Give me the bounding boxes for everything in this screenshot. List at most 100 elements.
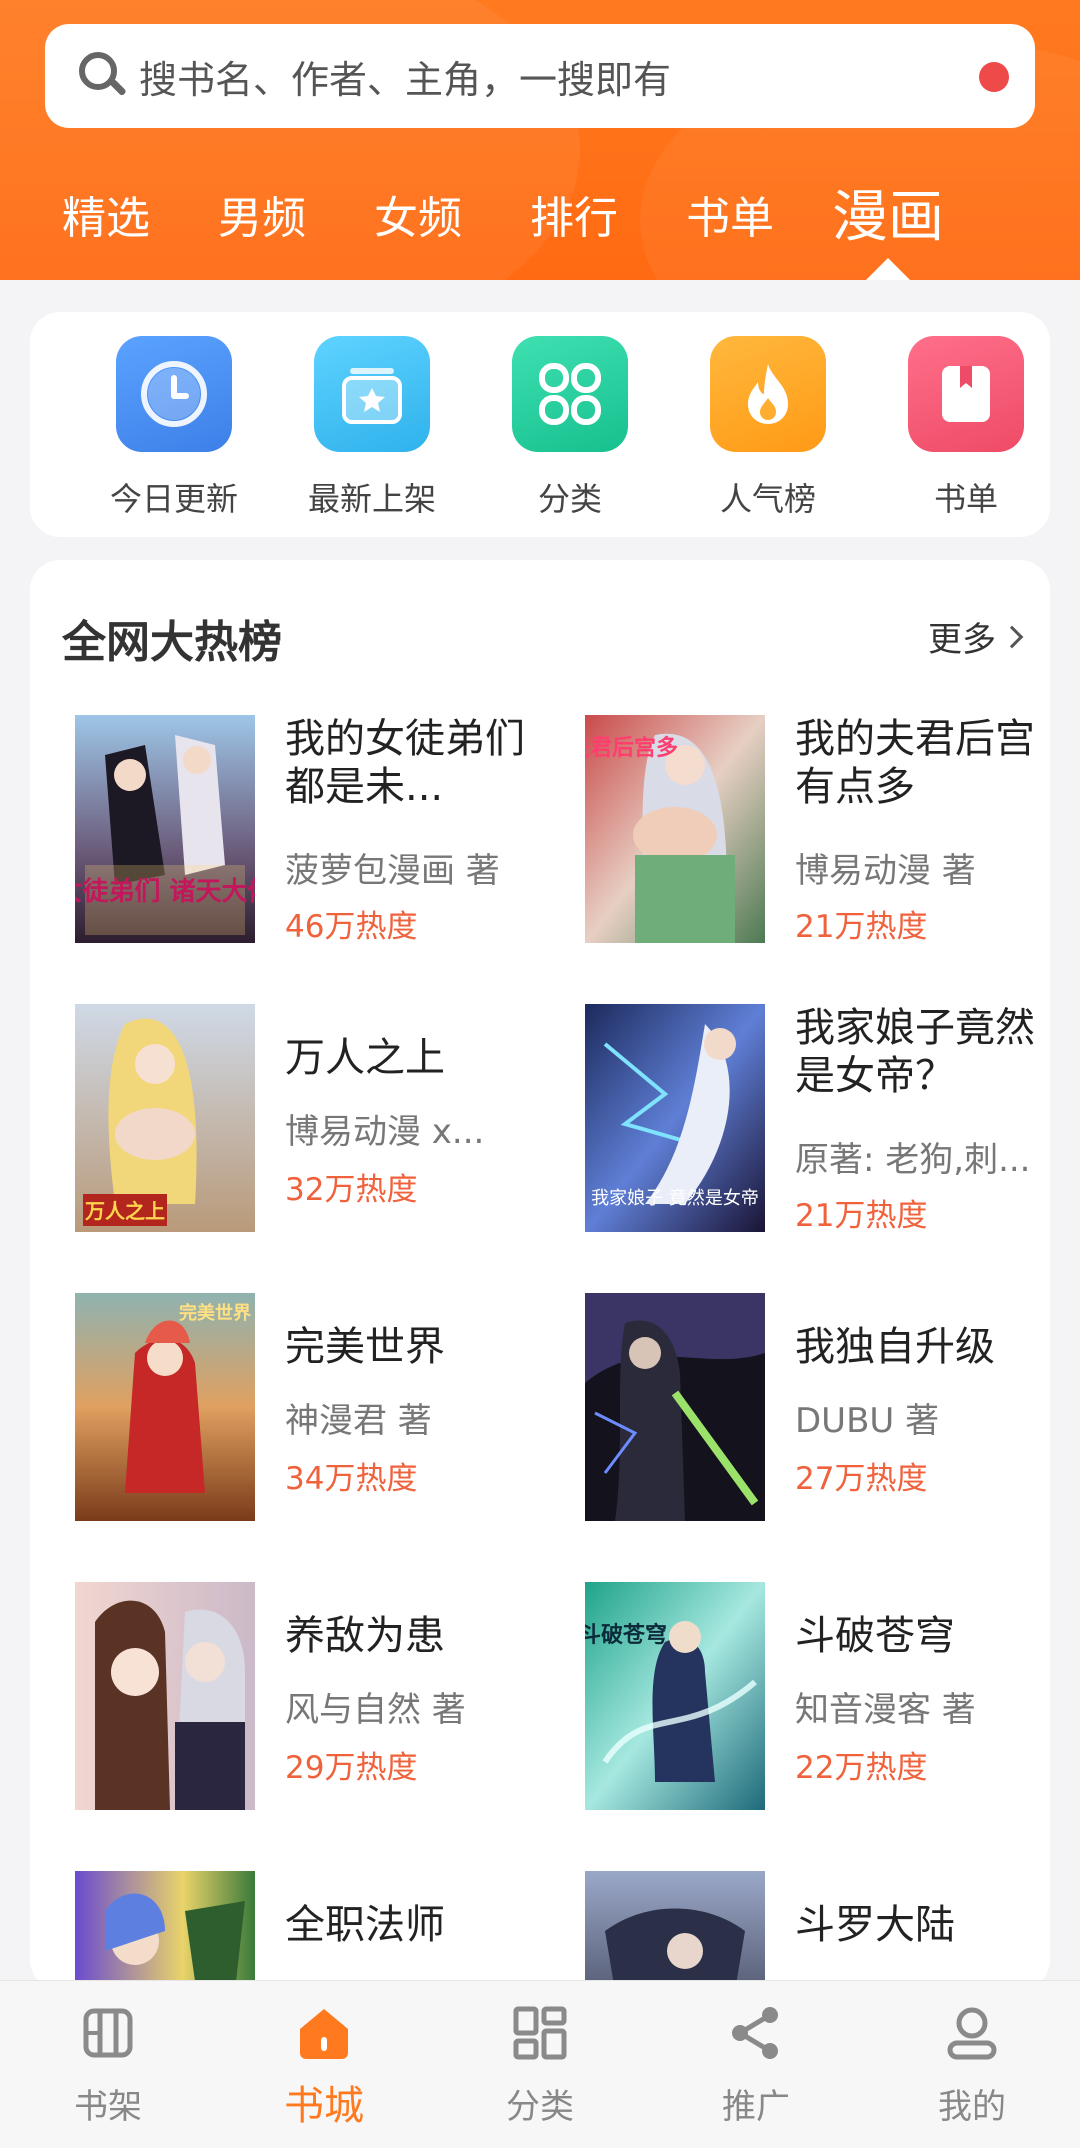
- nav-category[interactable]: 分类: [465, 2003, 615, 2128]
- book-title: 我的夫君后宫有点多: [795, 716, 1035, 810]
- book-title: 养敌为患: [285, 1613, 445, 1659]
- tab-comics[interactable]: 漫画: [832, 172, 944, 253]
- book-heat: 21万热度: [795, 1198, 928, 1234]
- quick-item-label: 今日更新: [109, 480, 238, 518]
- book-heat: 46万热度: [285, 909, 418, 945]
- header: 搜书名、作者、主角，一搜即有 精选 男频 女频 排行 书单 漫画: [0, 0, 1080, 280]
- book-item[interactable]: 女徒弟们 诸天大佬 我的女徒弟们都是未... 菠萝包漫画 著 46万热度: [75, 715, 555, 945]
- book-cover[interactable]: 万人之上: [75, 1004, 255, 1232]
- book-title: 全职法师: [285, 1902, 445, 1948]
- book-cover[interactable]: 女徒弟们 诸天大佬: [75, 715, 255, 943]
- book-item[interactable]: 夫君后宫多 我的夫君后宫有点多 博易动漫 著 21万热度: [585, 715, 1050, 945]
- book-item[interactable]: 养敌为患 风与自然 著 29万热度: [75, 1582, 555, 1812]
- quick-menu: 今日更新 最新上架 分类 人气榜 书单: [30, 312, 1050, 537]
- quick-item-popular[interactable]: 人气榜: [683, 336, 853, 520]
- nav-label: 分类: [506, 2087, 574, 2127]
- quick-item-booklist[interactable]: 书单: [881, 336, 1051, 520]
- book-cover[interactable]: [585, 1293, 765, 1521]
- book-author: DUBU 著: [795, 1401, 940, 1441]
- book-title: 斗罗大陆: [795, 1902, 955, 1948]
- nav-profile[interactable]: 我的: [897, 2003, 1047, 2128]
- book-heat: 27万热度: [795, 1461, 928, 1497]
- nav-bookshelf[interactable]: 书架: [33, 2003, 183, 2128]
- search-icon: [75, 50, 127, 102]
- quick-item-label: 人气榜: [719, 480, 816, 518]
- search-placeholder: 搜书名、作者、主角，一搜即有: [139, 57, 672, 102]
- nav-label: 书城: [284, 2083, 364, 2129]
- book-author: 知音漫客 著: [795, 1690, 976, 1730]
- book-title: 我独自升级: [795, 1324, 995, 1370]
- top-tab-bar: 精选 男频 女频 排行 书单 漫画: [0, 170, 1080, 260]
- quick-item-today-update[interactable]: 今日更新: [89, 336, 259, 520]
- book-heat: 32万热度: [285, 1172, 418, 1208]
- book-title: 我的女徒弟们都是未...: [285, 716, 525, 810]
- book-cover[interactable]: 斗破苍穹: [585, 1582, 765, 1810]
- search-bar[interactable]: 搜书名、作者、主角，一搜即有: [45, 24, 1035, 128]
- book-cover[interactable]: [585, 1871, 765, 1990]
- book-title: 完美世界: [285, 1324, 445, 1370]
- book-cover[interactable]: [75, 1871, 255, 1990]
- book-cover[interactable]: [75, 1582, 255, 1810]
- book-author: 博易动漫 x...: [285, 1112, 485, 1152]
- svg-text:斗破苍穹: 斗破苍穹: [585, 1622, 667, 1648]
- bookshelf-icon: [78, 2003, 138, 2063]
- book-author: 神漫君 著: [285, 1401, 432, 1441]
- more-label: 更多: [928, 620, 996, 660]
- tab-booklist[interactable]: 书单: [686, 182, 774, 246]
- book-item[interactable]: 斗破苍穹 斗破苍穹 知音漫客 著 22万热度: [585, 1582, 1050, 1812]
- book-item[interactable]: 全职法师: [75, 1871, 555, 1990]
- bottom-nav: 书架 书城 分类 推广 我的: [0, 1980, 1080, 2148]
- book-title: 斗破苍穹: [795, 1613, 955, 1659]
- nav-bookstore[interactable]: 书城: [249, 2003, 399, 2131]
- active-tab-indicator: [866, 258, 910, 280]
- tab-female[interactable]: 女频: [374, 182, 462, 246]
- book-heat: 29万热度: [285, 1750, 418, 1786]
- book-heat: 22万热度: [795, 1750, 928, 1786]
- category-icon: [510, 2003, 570, 2063]
- flame-icon: [710, 336, 826, 452]
- book-heat: 21万热度: [795, 909, 928, 945]
- svg-text:夫君后宫多: 夫君后宫多: [585, 735, 678, 761]
- svg-text:完美世界: 完美世界: [179, 1302, 251, 1324]
- book-title: 我家娘子竟然是女帝？: [795, 1005, 1035, 1099]
- chevron-right-icon: [1000, 625, 1024, 648]
- quick-item-label: 最新上架: [307, 480, 436, 518]
- quick-item-label: 分类: [537, 480, 602, 518]
- nav-promote[interactable]: 推广: [681, 2003, 831, 2128]
- quick-item-label: 书单: [933, 480, 998, 518]
- quick-item-category[interactable]: 分类: [485, 336, 655, 520]
- svg-text:女徒弟们 诸天大佬: 女徒弟们 诸天大佬: [75, 876, 255, 907]
- book-item[interactable]: 完美世界 完美世界 神漫君 著 34万热度: [75, 1293, 555, 1523]
- book-author: 风与自然 著: [285, 1690, 466, 1730]
- hot-list-card: 全网大热榜 更多 女徒弟们 诸天大佬 我的女徒弟们都是未... 菠萝包漫画 著 …: [30, 560, 1050, 1990]
- nav-label: 推广: [722, 2087, 790, 2127]
- book-author: 原著: 老狗,刺...: [795, 1140, 1031, 1180]
- book-item[interactable]: 斗罗大陆: [585, 1871, 1050, 1990]
- more-link[interactable]: 更多: [928, 612, 1024, 661]
- book-cover[interactable]: 夫君后宫多: [585, 715, 765, 943]
- book-author: 菠萝包漫画 著: [285, 851, 500, 891]
- quick-item-new-arrivals[interactable]: 最新上架: [287, 336, 457, 520]
- nav-label: 书架: [74, 2087, 142, 2127]
- tab-featured[interactable]: 精选: [62, 182, 150, 246]
- bookmark-book-icon: [908, 336, 1024, 452]
- book-item[interactable]: 我家娘子 竟然是女帝 我家娘子竟然是女帝？ 原著: 老狗,刺... 21万热度: [585, 1004, 1050, 1234]
- book-cover[interactable]: 完美世界: [75, 1293, 255, 1521]
- svg-text:我家娘子 竟然是女帝: 我家娘子 竟然是女帝: [591, 1188, 759, 1209]
- new-shelf-icon: [314, 336, 430, 452]
- section-title: 全网大热榜: [62, 617, 282, 668]
- tab-male[interactable]: 男频: [218, 182, 306, 246]
- category-grid-icon: [512, 336, 628, 452]
- notification-dot-icon[interactable]: [979, 62, 1009, 92]
- book-cover[interactable]: 我家娘子 竟然是女帝: [585, 1004, 765, 1232]
- book-title: 万人之上: [285, 1035, 445, 1081]
- book-author: 博易动漫 著: [795, 851, 976, 891]
- book-item[interactable]: 我独自升级 DUBU 著 27万热度: [585, 1293, 1050, 1523]
- clock-icon: [116, 336, 232, 452]
- nav-label: 我的: [938, 2087, 1006, 2127]
- share-icon: [726, 2003, 786, 2063]
- bookstore-home-icon: [294, 2003, 354, 2063]
- profile-icon: [942, 2003, 1002, 2063]
- tab-ranking[interactable]: 排行: [530, 182, 618, 246]
- book-item[interactable]: 万人之上 万人之上 博易动漫 x... 32万热度: [75, 1004, 555, 1234]
